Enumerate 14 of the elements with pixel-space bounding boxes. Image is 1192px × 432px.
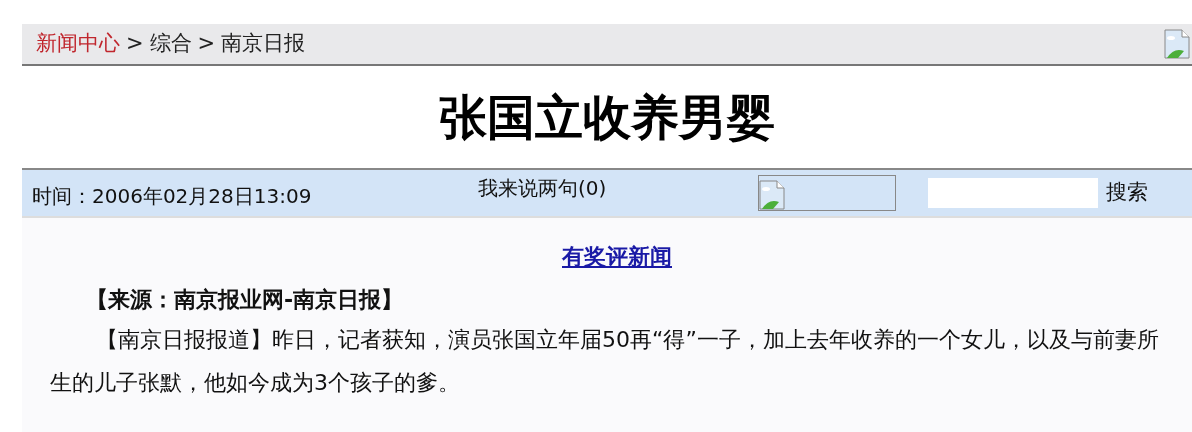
search-field[interactable]: [928, 178, 1098, 208]
breadcrumb-separator: >: [126, 30, 144, 58]
breadcrumb-item[interactable]: 综合: [149, 28, 192, 60]
breadcrumb-separator: >: [197, 30, 216, 58]
broken-image-icon: [1164, 29, 1190, 59]
publish-time: 时间：2006年02月28日13:09: [32, 183, 313, 210]
headline: 张国立收养男婴: [439, 88, 775, 147]
breadcrumb-link[interactable]: 新闻中心: [36, 28, 120, 60]
breadcrumb-item[interactable]: 南京日报: [221, 28, 306, 60]
article-paragraph: 【南京日报报道】昨日，记者获知，演员张国立年届50再“得”一子，加上去年收养的一个女儿，以及与前妻所生的儿子张默，他如今成为3个孩子的爹。: [50, 326, 1160, 397]
source-line: 【来源：南京报业网-南京日报】: [86, 286, 405, 314]
comments-link[interactable]: 我来说两句(0): [478, 173, 758, 203]
promo-link[interactable]: 有奖评新闻: [562, 240, 672, 273]
search-button[interactable]: 搜索: [1104, 177, 1150, 209]
